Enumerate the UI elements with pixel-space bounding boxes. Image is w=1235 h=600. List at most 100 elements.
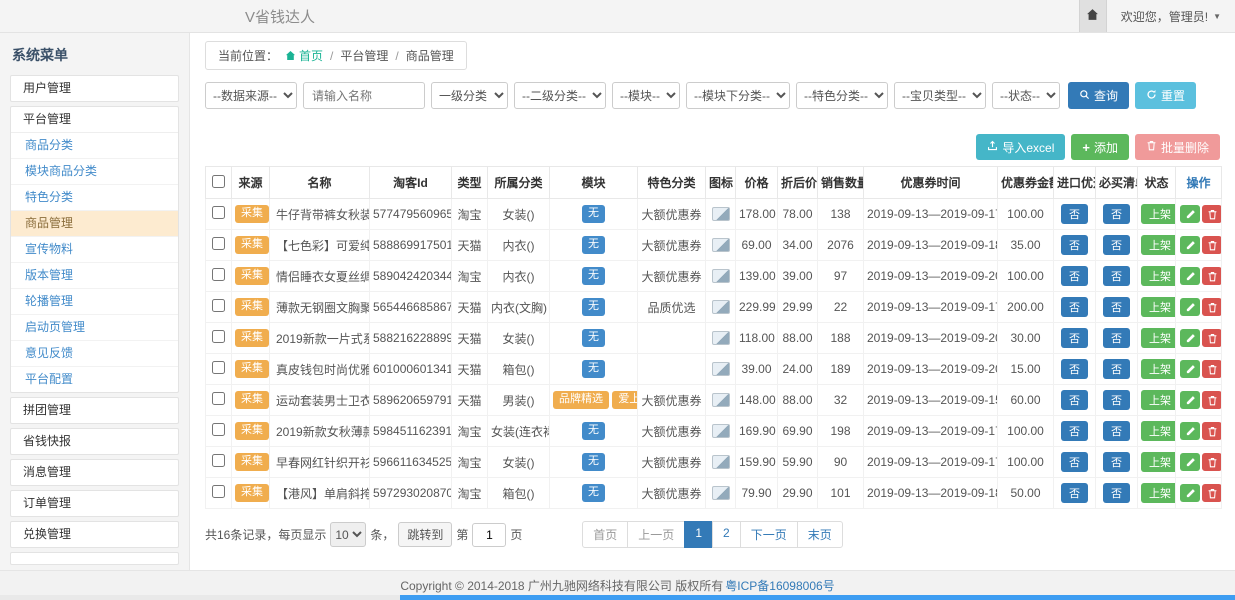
category-level2-filter-select[interactable]: --二级分类--	[514, 82, 606, 109]
row-checkbox[interactable]	[212, 237, 225, 250]
pager-2[interactable]: 2	[712, 521, 741, 548]
imported-toggle[interactable]: 否	[1061, 359, 1088, 379]
must-buy-toggle[interactable]: 否	[1103, 266, 1130, 286]
select-all-checkbox[interactable]	[212, 175, 225, 188]
must-buy-toggle[interactable]: 否	[1103, 204, 1130, 224]
imported-toggle[interactable]: 否	[1061, 235, 1088, 255]
sidebar-subitem-宣传物料[interactable]: 宣传物料	[11, 236, 178, 262]
edit-button[interactable]	[1180, 453, 1200, 471]
row-checkbox[interactable]	[212, 330, 225, 343]
imported-toggle[interactable]: 否	[1061, 483, 1088, 503]
delete-button[interactable]	[1202, 236, 1222, 254]
status-toggle[interactable]: 上架	[1141, 359, 1176, 379]
imported-toggle[interactable]: 否	[1061, 452, 1088, 472]
sidebar-subitem-特色分类[interactable]: 特色分类	[11, 184, 178, 210]
status-toggle[interactable]: 上架	[1141, 421, 1176, 441]
delete-button[interactable]	[1202, 267, 1222, 285]
horizontal-scrollbar-thumb[interactable]	[400, 595, 1235, 600]
breadcrumb-item-商品管理[interactable]: 商品管理	[406, 47, 454, 64]
home-button[interactable]	[1079, 0, 1107, 32]
reset-button[interactable]: 重置	[1135, 82, 1196, 109]
add-button[interactable]: + 添加	[1071, 134, 1129, 160]
breadcrumb-item-首页[interactable]: 首页	[285, 47, 323, 64]
delete-button[interactable]	[1202, 329, 1222, 347]
sidebar-item-消息管理[interactable]: 消息管理	[11, 460, 178, 485]
status-toggle[interactable]: 上架	[1141, 266, 1176, 286]
imported-toggle[interactable]: 否	[1061, 266, 1088, 286]
row-checkbox[interactable]	[212, 206, 225, 219]
sidebar-subitem-轮播管理[interactable]: 轮播管理	[11, 288, 178, 314]
status-toggle[interactable]: 上架	[1141, 483, 1176, 503]
row-checkbox[interactable]	[212, 268, 225, 281]
name-filter-input[interactable]	[303, 82, 425, 109]
imported-toggle[interactable]: 否	[1061, 421, 1088, 441]
sidebar-subitem-意见反馈[interactable]: 意见反馈	[11, 340, 178, 366]
must-buy-toggle[interactable]: 否	[1103, 390, 1130, 410]
user-menu[interactable]: 欢迎您，管理员! ▼	[1107, 8, 1235, 25]
status-toggle[interactable]: 上架	[1141, 204, 1176, 224]
edit-button[interactable]	[1180, 484, 1200, 502]
sidebar-item-省钱快报[interactable]: 省钱快报	[11, 429, 178, 454]
sidebar-subitem-版本管理[interactable]: 版本管理	[11, 262, 178, 288]
row-checkbox[interactable]	[212, 485, 225, 498]
breadcrumb-item-平台管理[interactable]: 平台管理	[340, 47, 388, 64]
delete-button[interactable]	[1202, 484, 1222, 502]
module-filter-select[interactable]: --模块--	[612, 82, 680, 109]
sidebar-item-兑换管理[interactable]: 兑换管理	[11, 522, 178, 547]
imported-toggle[interactable]: 否	[1061, 204, 1088, 224]
must-buy-toggle[interactable]: 否	[1103, 297, 1130, 317]
search-button[interactable]: 查询	[1068, 82, 1129, 109]
row-checkbox[interactable]	[212, 361, 225, 374]
edit-button[interactable]	[1180, 236, 1200, 254]
edit-button[interactable]	[1180, 391, 1200, 409]
must-buy-toggle[interactable]: 否	[1103, 483, 1130, 503]
icp-link[interactable]: 粤ICP备16098006号	[725, 577, 834, 594]
row-checkbox[interactable]	[212, 392, 225, 405]
delete-button[interactable]	[1202, 298, 1222, 316]
must-buy-toggle[interactable]: 否	[1103, 421, 1130, 441]
edit-button[interactable]	[1180, 298, 1200, 316]
edit-button[interactable]	[1180, 329, 1200, 347]
pager-首页[interactable]: 首页	[582, 521, 628, 548]
row-checkbox[interactable]	[212, 454, 225, 467]
row-checkbox[interactable]	[212, 299, 225, 312]
edit-button[interactable]	[1180, 267, 1200, 285]
status-toggle[interactable]: 上架	[1141, 328, 1176, 348]
row-checkbox[interactable]	[212, 423, 225, 436]
must-buy-toggle[interactable]: 否	[1103, 328, 1130, 348]
data-source-filter-select[interactable]: --数据来源--	[205, 82, 297, 109]
pager-上一页[interactable]: 上一页	[627, 521, 685, 548]
jump-button[interactable]: 跳转到	[398, 522, 452, 547]
category-level1-filter-select[interactable]: 一级分类	[431, 82, 508, 109]
sidebar-item-用户管理[interactable]: 用户管理	[11, 76, 178, 101]
sidebar-subitem-启动页管理[interactable]: 启动页管理	[11, 314, 178, 340]
page-number-input[interactable]	[472, 523, 506, 547]
pager-下一页[interactable]: 下一页	[740, 521, 798, 548]
status-toggle[interactable]: 上架	[1141, 297, 1176, 317]
delete-button[interactable]	[1202, 205, 1222, 223]
imported-toggle[interactable]: 否	[1061, 390, 1088, 410]
sidebar-subitem-模块商品分类[interactable]: 模块商品分类	[11, 158, 178, 184]
status-filter-select[interactable]: --状态--	[992, 82, 1060, 109]
must-buy-toggle[interactable]: 否	[1103, 235, 1130, 255]
imported-toggle[interactable]: 否	[1061, 328, 1088, 348]
must-buy-toggle[interactable]: 否	[1103, 452, 1130, 472]
sidebar-item-订单管理[interactable]: 订单管理	[11, 491, 178, 516]
must-buy-toggle[interactable]: 否	[1103, 359, 1130, 379]
batch-delete-button[interactable]: 批量删除	[1135, 134, 1220, 160]
edit-button[interactable]	[1180, 205, 1200, 223]
status-toggle[interactable]: 上架	[1141, 452, 1176, 472]
edit-button[interactable]	[1180, 422, 1200, 440]
pager-1[interactable]: 1	[684, 521, 713, 548]
feature-filter-select[interactable]: --特色分类--	[796, 82, 888, 109]
status-toggle[interactable]: 上架	[1141, 235, 1176, 255]
edit-button[interactable]	[1180, 360, 1200, 378]
import-excel-button[interactable]: 导入excel	[976, 134, 1065, 160]
page-size-select[interactable]: 10	[330, 522, 366, 547]
sidebar-item-partial[interactable]	[10, 552, 179, 565]
delete-button[interactable]	[1202, 422, 1222, 440]
delete-button[interactable]	[1202, 453, 1222, 471]
sidebar-item-拼团管理[interactable]: 拼团管理	[11, 398, 178, 423]
delete-button[interactable]	[1202, 360, 1222, 378]
delete-button[interactable]	[1202, 391, 1222, 409]
